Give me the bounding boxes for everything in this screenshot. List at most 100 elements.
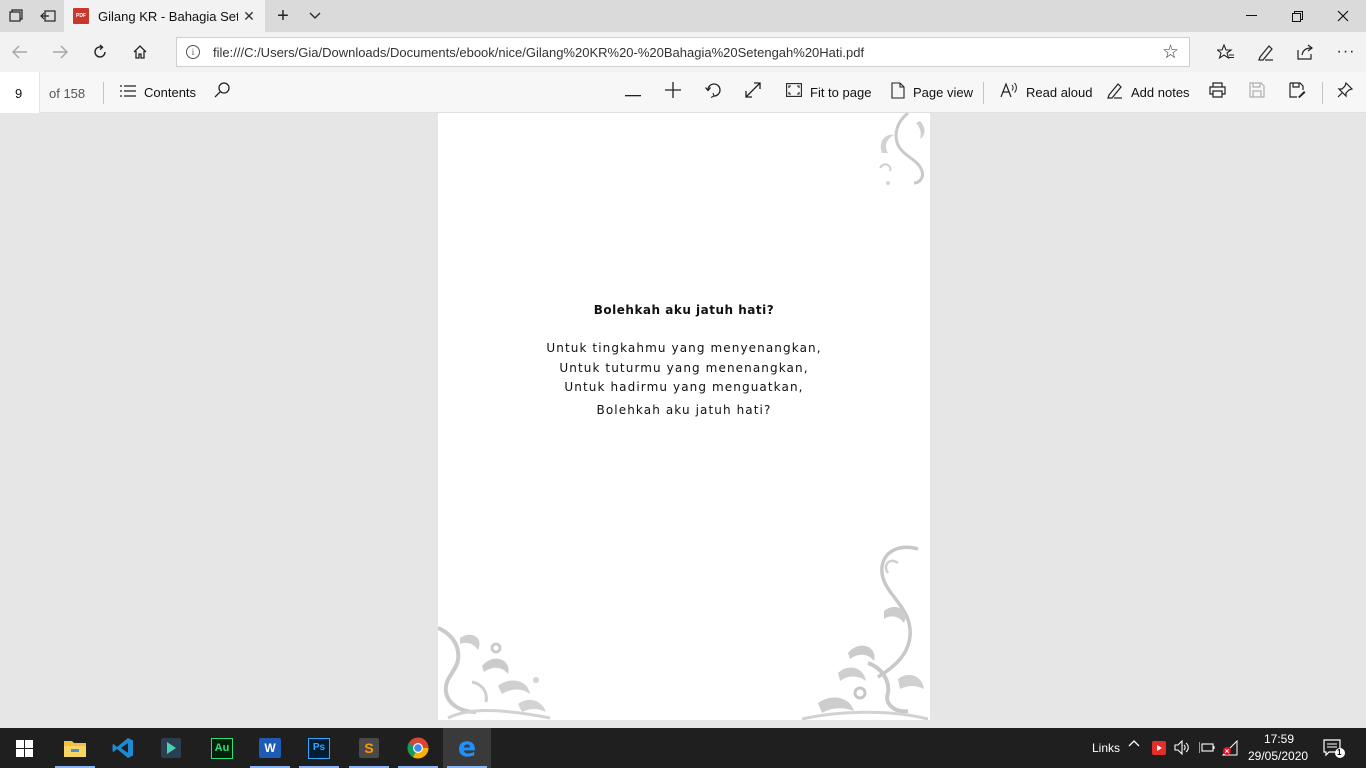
add-notes-button[interactable]: Add notes: [1107, 72, 1190, 113]
page-view-icon: [891, 81, 905, 104]
pdf-viewer-canvas[interactable]: Bolehkah aku jatuh hati? Untuk tingkahmu…: [0, 113, 1366, 728]
list-icon: [120, 84, 136, 102]
home-button[interactable]: [124, 36, 156, 68]
taskbar: Au W Ps S e Links 17:59 29/05/2020 1: [0, 728, 1366, 768]
forward-button[interactable]: [44, 36, 76, 68]
contents-button[interactable]: Contents: [120, 72, 196, 113]
clock-date[interactable]: 29/05/2020: [1248, 749, 1308, 763]
pdf-file-icon: PDF: [73, 8, 89, 24]
new-tab-icon[interactable]: +: [271, 0, 295, 32]
contents-label: Contents: [144, 85, 197, 100]
save-as-button[interactable]: [1289, 72, 1314, 113]
clock-time[interactable]: 17:59: [1264, 732, 1294, 746]
save-button[interactable]: [1249, 72, 1273, 113]
add-favorite-star-icon[interactable]: ☆: [1162, 41, 1179, 64]
expand-icon: [745, 82, 761, 103]
close-button[interactable]: [1320, 0, 1366, 32]
chrome-icon: [407, 737, 429, 759]
read-aloud-icon: [1000, 82, 1018, 103]
web-notes-icon[interactable]: [1250, 36, 1282, 68]
info-icon[interactable]: i: [186, 45, 200, 59]
show-hidden-icons-chevron-icon[interactable]: [1128, 738, 1140, 753]
page-view-label: Page view: [913, 85, 973, 100]
page-total: of 158: [49, 86, 86, 101]
taskbar-edge-active[interactable]: e: [443, 728, 491, 768]
pdf-page: Bolehkah aku jatuh hati? Untuk tingkahmu…: [438, 113, 930, 720]
floral-ornament-bottom-right: [801, 545, 929, 720]
fit-page-icon: [786, 83, 802, 102]
start-button[interactable]: [0, 728, 48, 768]
toolbar-divider: [1322, 82, 1323, 104]
plus-icon: [665, 82, 681, 103]
poem-line: Untuk hadirmu yang menguatkan,: [564, 380, 804, 394]
youtube-tray-icon[interactable]: [1152, 741, 1166, 758]
minus-icon: [625, 84, 641, 102]
poem-text-block: Bolehkah aku jatuh hati? Untuk tingkahmu…: [438, 303, 930, 420]
save-as-icon: [1289, 82, 1306, 103]
read-aloud-label: Read aloud: [1026, 85, 1093, 100]
rotate-icon: [705, 81, 723, 104]
taskbar-vscode[interactable]: [99, 728, 147, 768]
favorites-icon[interactable]: [1210, 36, 1242, 68]
address-bar[interactable]: i file:///C:/Users/Gia/Downloads/Documen…: [176, 37, 1190, 67]
floral-ornament-top-right: [879, 113, 925, 185]
poem-line: Untuk tuturmu yang menenangkan,: [559, 360, 809, 375]
zoom-out-button[interactable]: [625, 72, 649, 113]
printer-icon: [1209, 82, 1226, 103]
taskbar-sublime-text[interactable]: S: [345, 728, 393, 768]
poem-line: Bolehkah aku jatuh hati?: [596, 402, 772, 417]
poem-line: Untuk tingkahmu yang menyenangkan,: [546, 341, 822, 355]
tab-actions-icon[interactable]: [4, 0, 28, 32]
search-icon: [214, 82, 230, 103]
tab-close-icon[interactable]: ✕: [241, 8, 257, 24]
folder-icon: [64, 741, 86, 757]
taskbar-word[interactable]: W: [246, 728, 294, 768]
filmora-icon: [161, 738, 181, 758]
restore-button[interactable]: [1274, 0, 1320, 32]
address-url[interactable]: file:///C:/Users/Gia/Downloads/Documents…: [213, 45, 864, 60]
vscode-icon: [112, 738, 133, 758]
refresh-button[interactable]: [84, 36, 116, 68]
back-button[interactable]: [4, 36, 36, 68]
taskbar-chrome[interactable]: [394, 728, 442, 768]
notification-icon: [1323, 739, 1345, 758]
fit-to-page-label: Fit to page: [810, 85, 872, 100]
toolbar-divider: [983, 82, 984, 104]
network-disconnected-icon[interactable]: [1221, 739, 1238, 759]
floral-ornament-bottom-left: [438, 626, 551, 720]
poem-title: Bolehkah aku jatuh hati?: [593, 303, 775, 317]
taskbar-adobe-audition[interactable]: Au: [198, 728, 246, 768]
page-number-input[interactable]: 9: [0, 72, 40, 113]
zoom-in-button[interactable]: [665, 72, 689, 113]
set-tabs-aside-icon[interactable]: [36, 0, 60, 32]
action-center-button[interactable]: 1: [1323, 739, 1345, 762]
page-view-button[interactable]: Page view: [891, 72, 973, 113]
chevron-down-icon[interactable]: [303, 0, 327, 32]
read-aloud-button[interactable]: Read aloud: [1000, 72, 1093, 113]
tab-active[interactable]: PDF Gilang KR - Bahagia Set ✕: [64, 0, 265, 32]
fullscreen-button[interactable]: [745, 72, 769, 113]
pin-icon: [1337, 81, 1354, 103]
taskbar-file-explorer[interactable]: [51, 728, 99, 768]
fit-to-page-button[interactable]: Fit to page: [786, 72, 871, 113]
toolbar-divider: [103, 82, 104, 104]
minimize-button[interactable]: [1228, 0, 1274, 32]
print-button[interactable]: [1209, 72, 1234, 113]
more-options-icon[interactable]: ···: [1330, 36, 1362, 68]
title-bar: PDF Gilang KR - Bahagia Set ✕ +: [0, 0, 1366, 32]
pdf-toolbar: 9 of 158 Contents Fit to page Page view …: [0, 72, 1366, 113]
sublime-text-icon: S: [359, 738, 379, 758]
battery-icon[interactable]: [1198, 741, 1215, 757]
search-button[interactable]: [214, 72, 238, 113]
links-toolbar-label[interactable]: Links: [1092, 741, 1120, 755]
share-icon[interactable]: [1290, 36, 1322, 68]
taskbar-filmora[interactable]: [147, 728, 195, 768]
pen-icon: [1107, 81, 1123, 104]
rotate-button[interactable]: [705, 72, 731, 113]
pin-toolbar-button[interactable]: [1337, 72, 1361, 113]
audition-icon: Au: [211, 737, 233, 759]
volume-icon[interactable]: [1174, 739, 1190, 758]
taskbar-photoshop[interactable]: Ps: [295, 728, 343, 768]
add-notes-label: Add notes: [1131, 85, 1190, 100]
tab-title: Gilang KR - Bahagia Set: [98, 8, 238, 24]
